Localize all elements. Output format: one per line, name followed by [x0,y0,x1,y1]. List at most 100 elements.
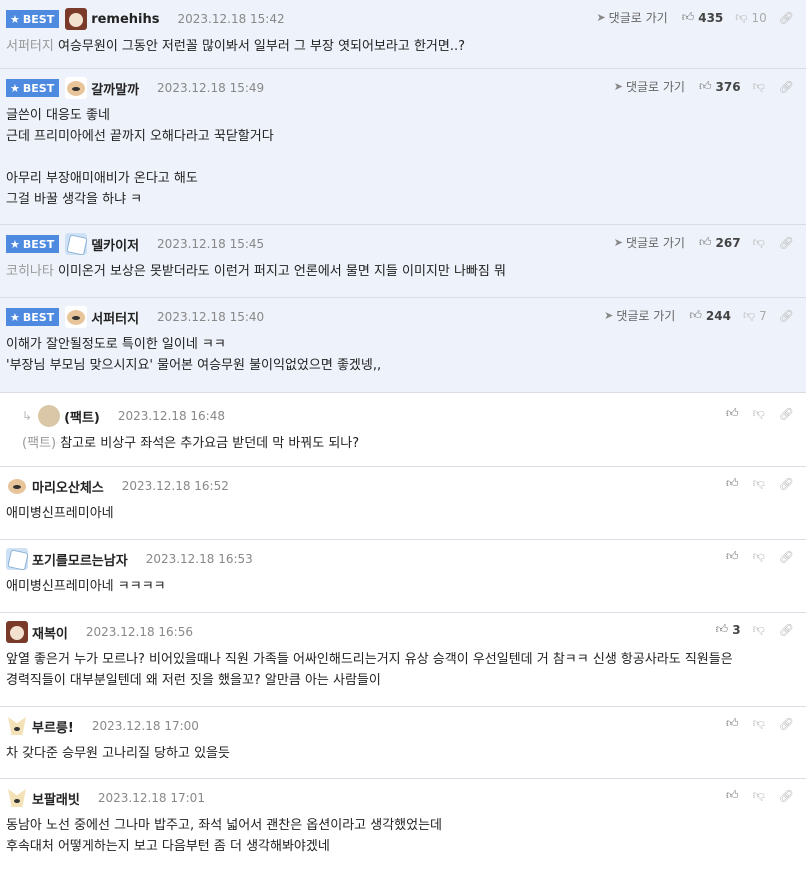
comment-item: 포기를모르는남자 2023.12.18 16:53 👍︎ 👎︎ 🔗︎ 애미병신프… [0,540,806,613]
send-arrow-icon: ➤ [613,80,623,93]
comment-author[interactable]: 포기를모르는남자 [32,550,128,569]
comment-author[interactable]: 서퍼터지 [91,308,139,327]
thumbs-up-icon[interactable]: 👍︎ [682,10,695,25]
link-icon[interactable]: 🔗︎ [779,11,794,25]
avatar[interactable] [65,233,88,255]
thumbs-up-icon[interactable]: 👍︎ [699,235,712,250]
thumbs-down-icon[interactable]: 👎︎ [753,406,765,421]
star-icon: ★ [10,81,20,95]
avatar[interactable] [6,787,28,809]
comment-author[interactable]: 갈까말까 [91,79,139,98]
like-count: 244 [705,308,731,323]
thumbs-up-icon[interactable]: 👍︎ [699,79,712,94]
go-to-reply-link[interactable]: ➤ 댓글로 가기 [614,234,685,251]
avatar[interactable] [65,77,88,99]
dislike-count: 7 [759,308,767,323]
link-icon[interactable]: 🔗︎ [779,789,794,803]
comment-author[interactable]: 델카이저 [91,235,139,254]
comment-date: 2023.12.18 15:49 [157,81,265,95]
comment-body: 코히나타 이미온거 보상은 못받더라도 이런거 퍼지고 언론에서 물면 지들 이… [6,264,506,279]
thumbs-down-icon[interactable]: 👎︎ [753,235,765,250]
go-to-reply-link[interactable]: ➤ 댓글로 가기 [614,78,685,95]
thumbs-up-icon[interactable]: 👍︎ [726,788,739,803]
comment-date: 2023.12.18 17:00 [91,719,199,733]
avatar[interactable] [65,306,88,328]
thumbs-down-icon[interactable]: 👎︎ [743,308,755,323]
comment-author[interactable]: 보팔래빗 [32,789,80,808]
comment-date: 2023.12.18 16:56 [85,625,193,639]
comment-date: 2023.12.18 16:48 [117,409,225,423]
reply-arrow-icon: ↳ [22,409,33,423]
comment-date: 2023.12.18 15:42 [177,12,285,26]
thumbs-up-icon[interactable]: 👍︎ [726,406,739,421]
comment-item: ★ BEST remehihs 2023.12.18 15:42 ➤ 댓글로 가기 … [0,0,806,69]
comment-item: 마리오산체스 2023.12.18 16:52 👍︎ 👎︎ 🔗︎ 애미병신프레미… [0,467,806,540]
comment-item: ★ BEST 갈까말까 2023.12.18 15:49 ➤ 댓글로 가기 👍︎ 37… [0,69,806,225]
comment-item: ★ BEST 델카이저 2023.12.18 15:45 ➤ 댓글로 가기 👍︎ 26… [0,225,806,298]
best-badge: ★ BEST [6,308,60,326]
link-icon[interactable]: 🔗︎ [779,623,794,637]
thumbs-up-icon[interactable]: 👍︎ [726,549,739,564]
thumbs-up-icon[interactable]: 👍︎ [726,476,739,491]
comment-author[interactable]: 부르릉! [32,717,74,736]
link-icon[interactable]: 🔗︎ [779,80,794,94]
avatar[interactable] [6,475,28,497]
thumbs-down-icon[interactable]: 👎︎ [753,622,765,637]
link-icon[interactable]: 🔗︎ [779,407,794,421]
comment-body: 서퍼터지 여승무원이 그동안 저런꼴 많이봐서 일부러 그 부장 엿되어보라고 … [6,39,466,54]
thumbs-down-icon[interactable]: 👎︎ [753,476,765,491]
comment-body: 글쓴이 대응도 좋네 근데 프리미아에선 끝까지 오해다라고 꾹닫할거다 아무리… [6,108,274,207]
go-to-reply-link[interactable]: ➤ 댓글로 가기 [596,9,667,26]
avatar[interactable] [6,548,28,570]
comment-item: 보팔래빗 2023.12.18 17:01 👍︎ 👎︎ 🔗︎ 동남아 노선 중에… [0,779,806,871]
avatar[interactable] [65,8,88,30]
comment-author[interactable]: remehihs [91,12,159,27]
thumbs-up-icon[interactable]: 👍︎ [689,308,702,323]
comment-body: (팩트) 참고로 비상구 좌석은 추가요금 받던데 막 바꿔도 되나? [22,436,360,451]
comment-body: 동남아 노선 중에선 그나마 밥주고, 좌석 넓어서 괜찬은 옵션이라고 생각했… [6,818,443,854]
best-badge: ★ BEST [6,79,60,97]
link-icon[interactable]: 🔗︎ [779,550,794,564]
avatar[interactable] [6,715,28,737]
thumbs-down-icon[interactable]: 👎︎ [753,788,765,803]
comment-body: 앞열 좋은거 누가 모르나? 비어있을때나 직원 가족들 어싸인해드리는거지 유… [6,652,733,688]
thumbs-down-icon[interactable]: 👎︎ [753,79,765,94]
reply-target: 서퍼터지 [6,39,54,54]
comment-author[interactable]: 재복이 [32,623,68,642]
comment-item: ↳ (팩트) 2023.12.18 16:48 👍︎ 👎︎ 🔗︎ (팩트) 참고… [0,393,806,467]
reply-target: (팩트) [22,436,57,451]
send-arrow-icon: ➤ [613,236,623,249]
thumbs-down-icon[interactable]: 👎︎ [753,716,765,731]
comment-date: 2023.12.18 16:52 [121,479,229,493]
link-icon[interactable]: 🔗︎ [779,717,794,731]
comment-body: 애미병신프레미아네 [6,506,114,521]
thumbs-down-icon[interactable]: 👎︎ [735,10,747,25]
link-icon[interactable]: 🔗︎ [779,236,794,250]
thumbs-up-icon[interactable]: 👍︎ [716,622,729,637]
avatar[interactable] [6,621,28,643]
go-to-reply-link[interactable]: ➤ 댓글로 가기 [604,307,675,324]
like-count: 376 [715,79,741,94]
thumbs-down-icon[interactable]: 👎︎ [753,549,765,564]
reply-target: 코히나타 [6,264,54,279]
link-icon[interactable]: 🔗︎ [779,309,794,323]
comment-author[interactable]: (팩트) [64,407,100,426]
comment-item: 부르릉! 2023.12.18 17:00 👍︎ 👎︎ 🔗︎ 차 갖다준 승무원… [0,707,806,779]
star-icon: ★ [10,12,20,26]
avatar[interactable] [38,405,61,427]
comment-date: 2023.12.18 15:45 [157,237,265,251]
comment-body: 애미병신프레미아네 ㅋㅋㅋㅋ [6,579,166,594]
comment-author[interactable]: 마리오산체스 [32,477,104,496]
dislike-count: 10 [751,10,767,25]
comment-date: 2023.12.18 17:01 [97,791,205,805]
comment-date: 2023.12.18 16:53 [145,552,253,566]
thumbs-up-icon[interactable]: 👍︎ [726,716,739,731]
star-icon: ★ [10,310,20,324]
send-arrow-icon: ➤ [604,309,614,322]
send-arrow-icon: ➤ [596,11,606,24]
best-badge: ★ BEST [6,235,60,253]
comment-body: 차 갖다준 승무원 고나리질 당하고 있을듯 [6,746,230,761]
comment-date: 2023.12.18 15:40 [157,310,265,324]
link-icon[interactable]: 🔗︎ [779,477,794,491]
comment-body: 이해가 잘안될정도로 특이한 일이네 ㅋㅋ '부장님 부모님 맞으시지요' 물어… [6,337,382,373]
